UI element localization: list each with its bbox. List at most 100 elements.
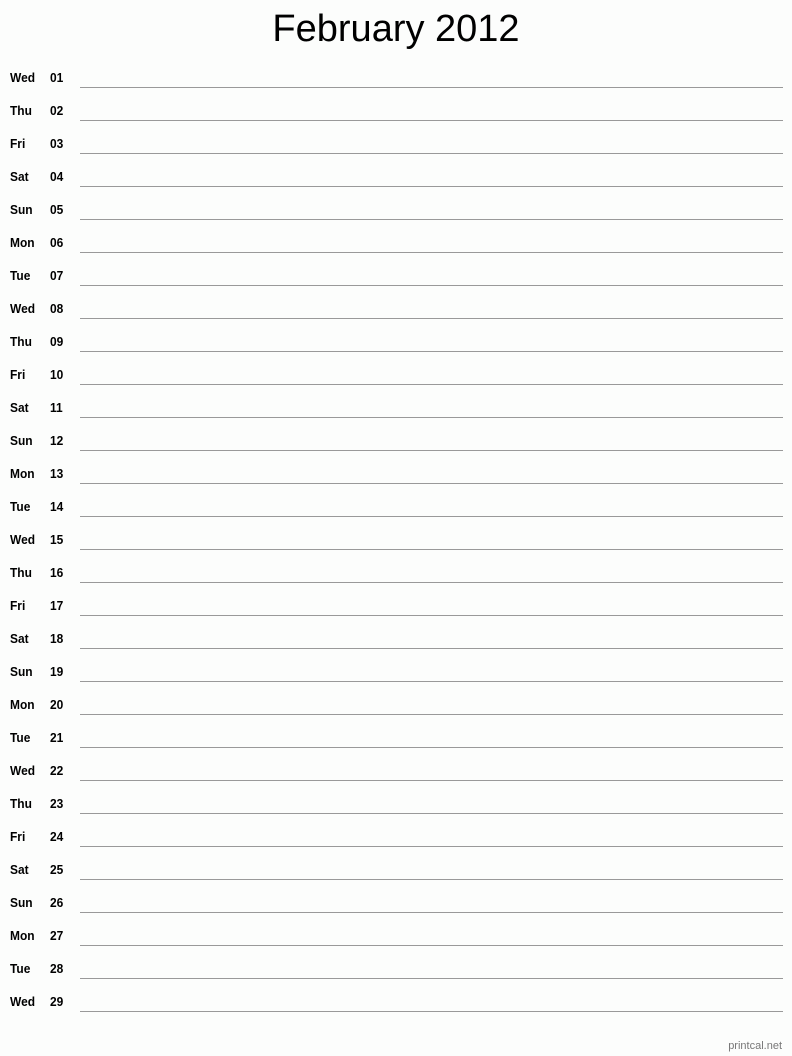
day-row: Wed 15 <box>0 532 792 565</box>
writing-line <box>80 582 783 583</box>
writing-line <box>80 384 783 385</box>
day-row: Tue 28 <box>0 961 792 994</box>
day-row: Fri 17 <box>0 598 792 631</box>
day-number-label: 01 <box>50 70 64 85</box>
day-of-week-label: Fri <box>10 367 26 382</box>
day-number-label: 29 <box>50 994 64 1009</box>
day-number-label: 23 <box>50 796 64 811</box>
day-of-week-label: Tue <box>10 268 31 283</box>
day-of-week-label: Mon <box>10 466 35 481</box>
writing-line <box>80 747 783 748</box>
day-row: Sun 19 <box>0 664 792 697</box>
day-of-week-label: Wed <box>10 532 36 547</box>
day-row: Sat 25 <box>0 862 792 895</box>
day-number-label: 18 <box>50 631 64 646</box>
day-number-label: 26 <box>50 895 64 910</box>
day-of-week-label: Sat <box>10 400 29 415</box>
day-row: Thu 23 <box>0 796 792 829</box>
day-row: Sun 05 <box>0 202 792 235</box>
day-row: Fri 10 <box>0 367 792 400</box>
day-number-label: 04 <box>50 169 64 184</box>
day-of-week-label: Sun <box>10 433 33 448</box>
writing-line <box>80 252 783 253</box>
writing-line <box>80 417 783 418</box>
writing-line <box>80 87 783 88</box>
day-row: Fri 03 <box>0 136 792 169</box>
day-of-week-label: Wed <box>10 994 36 1009</box>
writing-line <box>80 978 783 979</box>
day-of-week-label: Wed <box>10 70 36 85</box>
writing-line <box>80 450 783 451</box>
day-of-week-label: Sat <box>10 169 29 184</box>
day-row: Sat 04 <box>0 169 792 202</box>
writing-line <box>80 648 783 649</box>
day-number-label: 24 <box>50 829 64 844</box>
day-row: Fri 24 <box>0 829 792 862</box>
day-of-week-label: Sat <box>10 862 29 877</box>
day-of-week-label: Wed <box>10 763 36 778</box>
day-number-label: 09 <box>50 334 64 349</box>
day-row: Mon 27 <box>0 928 792 961</box>
day-number-label: 11 <box>50 400 63 415</box>
writing-line <box>80 615 783 616</box>
day-number-label: 27 <box>50 928 64 943</box>
day-row: Wed 29 <box>0 994 792 1027</box>
writing-line <box>80 186 783 187</box>
day-row: Wed 08 <box>0 301 792 334</box>
day-of-week-label: Wed <box>10 301 36 316</box>
day-of-week-label: Sun <box>10 202 33 217</box>
footer-credit: printcal.net <box>728 1040 782 1052</box>
day-number-label: 07 <box>50 268 64 283</box>
writing-line <box>80 1011 783 1012</box>
day-row: Mon 13 <box>0 466 792 499</box>
day-number-label: 25 <box>50 862 64 877</box>
day-row: Tue 21 <box>0 730 792 763</box>
day-of-week-label: Tue <box>10 499 31 514</box>
writing-line <box>80 120 783 121</box>
day-of-week-label: Tue <box>10 961 31 976</box>
writing-line <box>80 318 783 319</box>
day-row: Sat 11 <box>0 400 792 433</box>
day-of-week-label: Fri <box>10 829 26 844</box>
day-of-week-label: Thu <box>10 334 32 349</box>
day-number-label: 08 <box>50 301 64 316</box>
day-number-label: 20 <box>50 697 64 712</box>
day-number-label: 15 <box>50 532 64 547</box>
writing-line <box>80 780 783 781</box>
day-row: Tue 14 <box>0 499 792 532</box>
day-number-label: 17 <box>50 598 64 613</box>
day-row: Tue 07 <box>0 268 792 301</box>
writing-line <box>80 846 783 847</box>
day-number-label: 13 <box>50 466 64 481</box>
day-of-week-label: Fri <box>10 136 26 151</box>
writing-line <box>80 813 783 814</box>
day-number-label: 14 <box>50 499 64 514</box>
day-of-week-label: Fri <box>10 598 26 613</box>
day-row: Thu 09 <box>0 334 792 367</box>
day-number-label: 16 <box>50 565 64 580</box>
day-row: Wed 01 <box>0 70 792 103</box>
day-of-week-label: Tue <box>10 730 31 745</box>
day-number-label: 21 <box>50 730 64 745</box>
day-number-label: 12 <box>50 433 64 448</box>
day-number-label: 06 <box>50 235 64 250</box>
writing-line <box>80 483 783 484</box>
writing-line <box>80 912 783 913</box>
writing-line <box>80 351 783 352</box>
writing-line <box>80 153 783 154</box>
writing-line <box>80 945 783 946</box>
day-row: Mon 20 <box>0 697 792 730</box>
day-row: Thu 02 <box>0 103 792 136</box>
day-of-week-label: Thu <box>10 103 32 118</box>
day-of-week-label: Mon <box>10 697 35 712</box>
day-number-label: 03 <box>50 136 64 151</box>
day-row: Thu 16 <box>0 565 792 598</box>
day-row: Mon 06 <box>0 235 792 268</box>
day-number-label: 22 <box>50 763 64 778</box>
day-of-week-label: Sun <box>10 895 33 910</box>
day-number-label: 10 <box>50 367 64 382</box>
day-number-label: 28 <box>50 961 64 976</box>
writing-line <box>80 516 783 517</box>
day-number-label: 02 <box>50 103 64 118</box>
day-number-label: 19 <box>50 664 64 679</box>
